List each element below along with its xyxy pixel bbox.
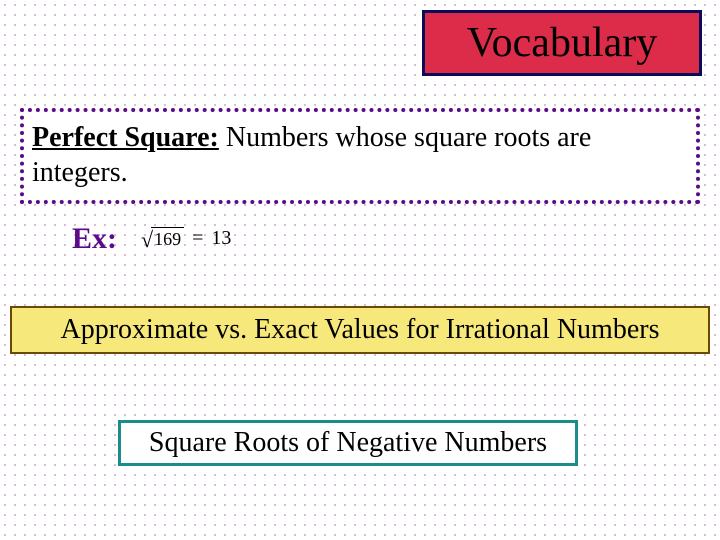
- square-roots-negative-box: Square Roots of Negative Numbers: [118, 420, 578, 466]
- vocabulary-title-text: Vocabulary: [467, 19, 658, 67]
- example-result: 13: [211, 227, 231, 250]
- square-roots-negative-text: Square Roots of Negative Numbers: [149, 427, 547, 459]
- definition-term: Perfect Square:: [32, 122, 219, 153]
- equals-sign: =: [188, 227, 207, 250]
- radicand-value: 169: [151, 227, 184, 251]
- example-math: √ 169 = 13: [141, 227, 231, 251]
- square-root-icon: √ 169: [141, 227, 184, 251]
- approximate-vs-exact-text: Approximate vs. Exact Values for Irratio…: [61, 314, 660, 346]
- approximate-vs-exact-box: Approximate vs. Exact Values for Irratio…: [10, 306, 710, 354]
- example-row: Ex: √ 169 = 13: [72, 222, 231, 256]
- example-label: Ex:: [72, 222, 117, 256]
- perfect-square-definition-box: Perfect Square: Numbers whose square roo…: [20, 108, 700, 204]
- vocabulary-title-box: Vocabulary: [422, 10, 702, 76]
